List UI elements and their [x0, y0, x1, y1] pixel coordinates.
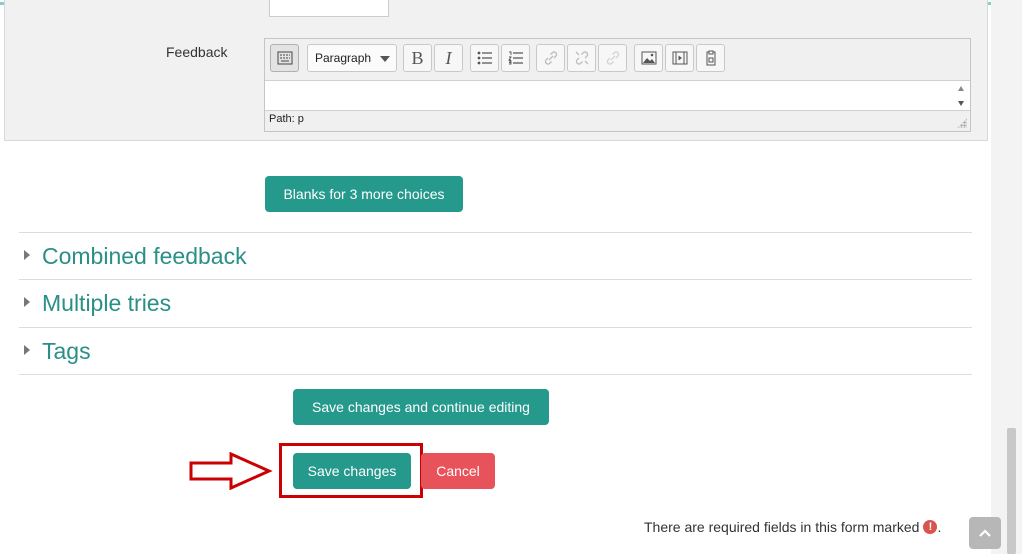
ordered-list-icon[interactable] [501, 44, 530, 72]
section-divider [19, 374, 972, 375]
paragraph-format-value: Paragraph [315, 51, 372, 65]
image-icon[interactable] [634, 44, 663, 72]
save-continue-button[interactable]: Save changes and continue editing [293, 389, 549, 425]
editor-content-area[interactable] [265, 80, 970, 111]
anchor-icon[interactable] [598, 44, 627, 72]
previous-input-field[interactable] [269, 0, 389, 17]
section-combined-feedback[interactable]: Combined feedback [19, 232, 972, 279]
paste-icon[interactable] [696, 44, 725, 72]
resize-grip-icon[interactable] [957, 118, 967, 128]
required-fields-end: . [937, 519, 942, 535]
required-fields-note: There are required fields in this form m… [644, 519, 941, 535]
toolbar-toggle-icon[interactable] [270, 44, 299, 72]
section-title[interactable]: Multiple tries [42, 290, 171, 317]
arrow-right-icon [189, 452, 273, 490]
scroll-up-icon[interactable] [958, 86, 964, 91]
editor-toolbar: Paragraph B I [265, 39, 970, 80]
collapse-triangle-icon [24, 250, 30, 260]
paragraph-format-select[interactable]: Paragraph [307, 44, 397, 72]
feedback-label: Feedback [166, 44, 228, 60]
scroll-down-icon[interactable] [958, 101, 964, 106]
unlink-icon[interactable] [567, 44, 596, 72]
required-fields-text: There are required fields in this form m… [644, 519, 920, 535]
scrollbar-thumb[interactable] [1007, 428, 1016, 554]
section-title[interactable]: Combined feedback [42, 243, 247, 270]
chevron-down-icon [380, 56, 390, 62]
save-button[interactable]: Save changes [293, 453, 411, 489]
collapse-triangle-icon [24, 297, 30, 307]
media-icon[interactable] [665, 44, 694, 72]
unordered-list-icon[interactable] [470, 44, 499, 72]
link-icon[interactable] [536, 44, 565, 72]
section-tags[interactable]: Tags [19, 327, 972, 374]
section-title[interactable]: Tags [42, 338, 91, 365]
bold-icon[interactable]: B [403, 44, 432, 72]
section-multiple-tries[interactable]: Multiple tries [19, 279, 972, 326]
cancel-button[interactable]: Cancel [421, 453, 495, 489]
editor-path: Path: p [269, 113, 304, 125]
blanks-more-choices-button[interactable]: Blanks for 3 more choices [265, 176, 463, 212]
back-to-top-button[interactable] [969, 517, 1001, 549]
required-icon: ! [923, 520, 938, 534]
italic-icon[interactable]: I [434, 44, 463, 72]
chevron-up-icon [979, 529, 991, 537]
vertical-scrollbar[interactable] [991, 0, 1022, 554]
feedback-editor: Paragraph B I Path: p [264, 38, 971, 132]
collapse-triangle-icon [24, 345, 30, 355]
